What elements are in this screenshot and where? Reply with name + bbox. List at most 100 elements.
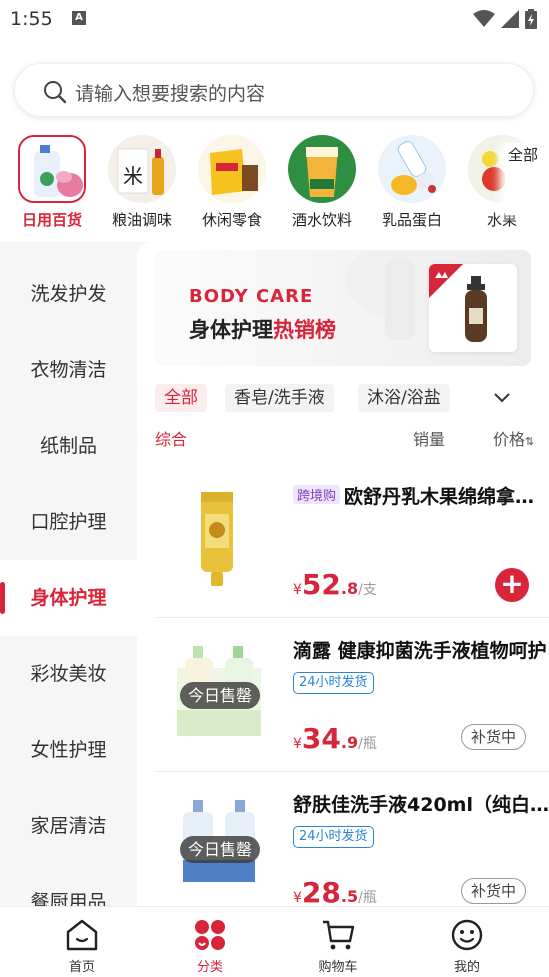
status-bar: 1:55 A <box>0 0 549 40</box>
product-card[interactable]: 今日售罄 舒肤佳洗手液420ml（纯白清香） 24小时发货 ¥28.5/瓶 补货… <box>155 772 549 906</box>
sort-price-label: 价格 <box>493 430 526 449</box>
price-decimal: .5 <box>340 887 359 906</box>
price-integer: 52 <box>301 568 341 601</box>
tag-soap-handwash[interactable]: 香皂/洗手液 <box>225 384 334 412</box>
price-currency: ¥ <box>293 582 302 598</box>
top-category-daily-goods[interactable]: 日用百货 <box>10 135 90 235</box>
price-currency: ¥ <box>293 890 302 906</box>
sidebar-item-makeup[interactable]: 彩妆美妆 <box>0 636 137 712</box>
sort-arrows-icon: ⇅ <box>525 435 535 448</box>
tab-label: 我的 <box>453 960 480 975</box>
home-icon <box>66 919 98 951</box>
shipping-badge: 24小时发货 <box>293 826 374 848</box>
bottom-tab-bar: 首页 分类 购物车 我的 <box>0 906 549 977</box>
search-icon <box>44 81 67 104</box>
top-category-label: 乳品蛋白 <box>381 211 442 229</box>
product-title-text: 欧舒丹乳木果绵绵拿铁护手霜 <box>344 486 549 508</box>
sidebar-item-paper[interactable]: 纸制品 <box>0 408 137 484</box>
sidebar-item-oral-care[interactable]: 口腔护理 <box>0 484 137 560</box>
svg-text:米: 米 <box>123 164 143 188</box>
top-category-label: 酒水饮料 <box>291 211 352 229</box>
all-categories-button[interactable]: 全部 <box>505 143 541 215</box>
top-category-snacks[interactable]: 休闲零食 <box>190 135 270 235</box>
crown-ribbon-icon <box>429 264 487 342</box>
sort-price[interactable]: 价格⇅ <box>493 426 534 450</box>
sort-sales[interactable]: 销量 <box>413 426 445 450</box>
profile-icon <box>451 919 483 951</box>
sidebar-item-hair-care[interactable]: 洗发护发 <box>0 256 137 332</box>
product-card[interactable]: 今日售罄 滴露 健康抑菌洗手液植物呵护 24小时发货 ¥34.9/瓶 补货中 <box>155 618 549 772</box>
top-category-row: 日用百货 米 粮油调味 休闲零食 酒水饮料 乳品蛋白 水果 全部 <box>0 135 549 235</box>
price-integer: 28 <box>301 876 341 906</box>
price-unit: /瓶 <box>358 736 377 752</box>
sold-out-badge: 今日售罄 <box>180 836 261 863</box>
battery-icon <box>525 9 537 29</box>
tab-category[interactable]: 分类 <box>150 907 270 977</box>
banner-english-title: BODY CARE <box>189 286 314 307</box>
shipping-badge: 24小时发货 <box>293 672 374 694</box>
chevron-down-icon[interactable] <box>491 388 513 408</box>
restocking-button[interactable]: 补货中 <box>461 724 527 750</box>
signal-icon <box>501 10 519 28</box>
product-image: 今日售罄 <box>155 782 283 906</box>
top-section: 请输入想要搜索的内容 日用百货 米 粮油调味 休闲零食 酒水饮料 乳品蛋白 水果… <box>0 40 549 242</box>
cart-icon <box>323 920 355 950</box>
price-decimal: .8 <box>340 579 359 598</box>
price-currency: ¥ <box>293 736 302 752</box>
price-integer: 34 <box>301 722 341 755</box>
top-category-label: 休闲零食 <box>201 211 262 229</box>
status-time: 1:55 <box>10 8 53 30</box>
category-icon <box>195 920 225 950</box>
tab-label: 分类 <box>196 960 223 975</box>
all-categories-label: 全部 <box>507 146 538 164</box>
sub-category-tags: 全部 香皂/洗手液 沐浴/浴盐 <box>155 384 535 412</box>
tab-home[interactable]: 首页 <box>22 907 142 977</box>
price-unit: /瓶 <box>358 890 377 906</box>
sidebar-item-feminine-care[interactable]: 女性护理 <box>0 712 137 788</box>
product-title: 舒肤佳洗手液420ml（纯白清香） <box>293 794 549 816</box>
system-icons <box>473 9 537 29</box>
app-screen: 1:55 A 请输入想要搜索的内容 日用百货 米 粮油调味 休闲零食 酒水饮料 … <box>0 0 549 977</box>
grain-oil-thumbnail: 米 <box>108 135 176 203</box>
tab-label: 首页 <box>68 960 95 975</box>
sidebar-item-kitchen[interactable]: 餐厨用品 <box>0 864 137 906</box>
price-decimal: .9 <box>340 733 359 752</box>
sidebar-item-home-cleaning[interactable]: 家居清洁 <box>0 788 137 864</box>
product-price: ¥52.8/支 <box>293 568 377 601</box>
product-title: 跨境购欧舒丹乳木果绵绵拿铁护手霜 <box>293 482 549 509</box>
daily-goods-thumbnail <box>18 135 86 203</box>
tab-cart[interactable]: 购物车 <box>278 907 398 977</box>
top-category-dairy-eggs[interactable]: 乳品蛋白 <box>370 135 450 235</box>
drinks-thumbnail <box>288 135 356 203</box>
search-placeholder: 请输入想要搜索的内容 <box>75 83 266 105</box>
product-card[interactable]: 跨境购欧舒丹乳木果绵绵拿铁护手霜 ¥52.8/支 + <box>155 464 549 618</box>
crossborder-badge: 跨境购 <box>293 485 341 504</box>
price-unit: /支 <box>358 582 377 598</box>
sort-comprehensive[interactable]: 综合 <box>155 426 187 450</box>
top-category-drinks[interactable]: 酒水饮料 <box>280 135 360 235</box>
wifi-icon <box>473 10 495 27</box>
top-category-grain-oil[interactable]: 米 粮油调味 <box>100 135 180 235</box>
add-to-cart-button[interactable]: + <box>495 568 529 602</box>
banner-product-card <box>429 264 517 352</box>
tag-bath-salt[interactable]: 沐浴/浴盐 <box>358 384 450 412</box>
tag-all[interactable]: 全部 <box>155 384 207 412</box>
banner-title-prefix: 身体护理 <box>189 318 273 342</box>
product-panel: BODY CARE 身体护理热销榜 全部 香皂/洗手液 沐浴/浴盐 综合 销量 … <box>137 242 549 906</box>
body-care-banner[interactable]: BODY CARE 身体护理热销榜 <box>155 250 531 366</box>
sort-bar: 综合 销量 价格⇅ <box>137 420 549 454</box>
sold-out-badge: 今日售罄 <box>180 682 261 709</box>
accessibility-a-icon: A <box>72 11 86 25</box>
category-sidebar: 洗发护发 衣物清洁 纸制品 口腔护理 身体护理 彩妆美妆 女性护理 家居清洁 餐… <box>0 242 137 906</box>
snacks-thumbnail <box>198 135 266 203</box>
sidebar-item-laundry[interactable]: 衣物清洁 <box>0 332 137 408</box>
product-image <box>155 474 283 604</box>
tab-profile[interactable]: 我的 <box>407 907 527 977</box>
product-image: 今日售罄 <box>155 628 283 758</box>
product-title: 滴露 健康抑菌洗手液植物呵护 <box>293 640 547 662</box>
search-bar[interactable]: 请输入想要搜索的内容 <box>14 63 534 117</box>
restocking-button[interactable]: 补货中 <box>461 878 527 904</box>
sidebar-item-body-care[interactable]: 身体护理 <box>0 560 137 636</box>
product-price: ¥28.5/瓶 <box>293 876 377 906</box>
top-category-label: 日用百货 <box>21 211 82 229</box>
